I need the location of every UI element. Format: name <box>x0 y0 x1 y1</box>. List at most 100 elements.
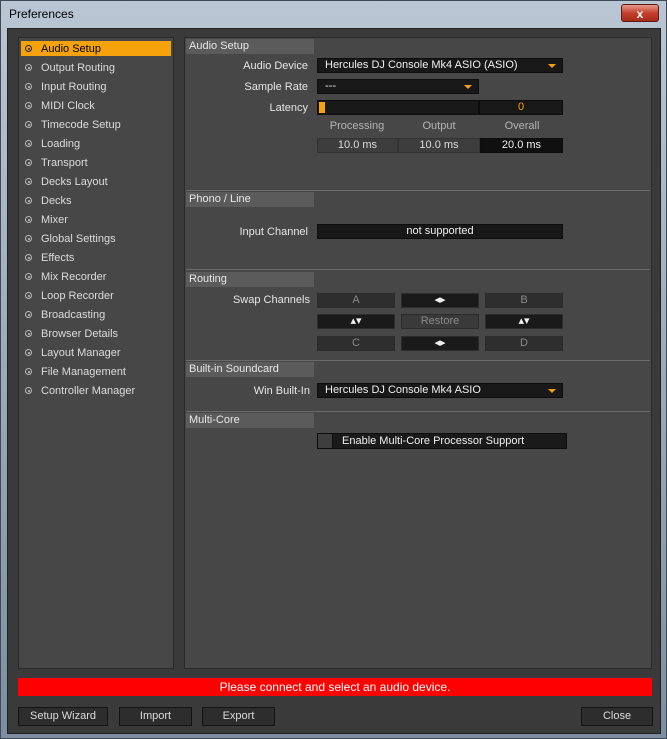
sidebar-item-label: Loop Recorder <box>41 289 114 302</box>
radio-dot-icon <box>25 216 32 223</box>
section-audio-setup: Audio Setup <box>186 39 314 54</box>
title-bar: Preferences x <box>1 1 666 27</box>
dropdown-arrow-icon <box>464 85 472 89</box>
sidebar-item-label: Loading <box>41 137 81 150</box>
channel-a-button[interactable]: A <box>317 293 395 308</box>
sidebar-item-label: MIDI Clock <box>41 99 95 112</box>
radio-dot-icon <box>25 330 32 337</box>
swap-ab-icon[interactable]: ◂▸ <box>401 293 479 308</box>
radio-dot-icon <box>25 159 32 166</box>
divider <box>186 360 650 361</box>
audio-device-label: Audio Device <box>243 60 308 72</box>
sidebar-item-audio-setup[interactable]: Audio Setup <box>21 41 171 56</box>
sidebar-item-global-settings[interactable]: Global Settings <box>21 231 171 246</box>
sidebar-item-label: Output Routing <box>41 61 115 74</box>
sidebar-item-effects[interactable]: Effects <box>21 250 171 265</box>
radio-dot-icon <box>25 140 32 147</box>
channel-d-button[interactable]: D <box>485 336 563 351</box>
output-value: 10.0 ms <box>398 138 480 153</box>
settings-panel: Audio Setup Audio Device Hercules DJ Con… <box>184 37 652 669</box>
swap-channels-label: Swap Channels <box>232 294 310 306</box>
sidebar-item-layout-manager[interactable]: Layout Manager <box>21 345 171 360</box>
checkbox-icon <box>318 434 333 448</box>
sidebar-item-loading[interactable]: Loading <box>21 136 171 151</box>
output-header: Output <box>422 120 456 132</box>
multi-core-label: Enable Multi-Core Processor Support <box>342 435 525 447</box>
sidebar-item-mixer[interactable]: Mixer <box>21 212 171 227</box>
sidebar-item-controller-manager[interactable]: Controller Manager <box>21 383 171 398</box>
sidebar-item-browser-details[interactable]: Browser Details <box>21 326 171 341</box>
multi-core-checkbox[interactable]: Enable Multi-Core Processor Support <box>317 433 567 449</box>
dropdown-arrow-icon <box>548 64 556 68</box>
sidebar-item-label: Input Routing <box>41 80 107 93</box>
swap-ac-icon[interactable]: ▴▾ <box>317 314 395 329</box>
sidebar-item-label: Timecode Setup <box>41 118 121 131</box>
radio-dot-icon <box>25 235 32 242</box>
sidebar-item-label: Mix Recorder <box>41 270 107 283</box>
sidebar-item-label: Browser Details <box>41 327 119 340</box>
latency-label: Latency <box>269 102 308 114</box>
overall-header: Overall <box>504 120 540 132</box>
latency-value[interactable]: 0 <box>479 100 563 115</box>
sample-rate-value: --- <box>325 80 336 92</box>
divider <box>186 411 650 412</box>
input-channel-value: not supported <box>317 224 563 239</box>
processing-header: Processing <box>329 120 385 132</box>
audio-device-dropdown[interactable]: Hercules DJ Console Mk4 ASIO (ASIO) <box>317 58 563 73</box>
sample-rate-dropdown[interactable]: --- <box>317 79 479 94</box>
divider <box>186 269 650 270</box>
radio-dot-icon <box>25 273 32 280</box>
radio-dot-icon <box>25 45 32 52</box>
sidebar-item-label: Mixer <box>41 213 68 226</box>
radio-dot-icon <box>25 254 32 261</box>
radio-dot-icon <box>25 102 32 109</box>
radio-dot-icon <box>25 178 32 185</box>
section-multi-core: Multi-Core <box>186 413 314 428</box>
radio-dot-icon <box>25 349 32 356</box>
sidebar: Audio Setup Output Routing Input Routing MI… <box>18 37 174 669</box>
sidebar-item-file-management[interactable]: File Management <box>21 364 171 379</box>
overall-value: 20.0 ms <box>480 138 563 153</box>
sample-rate-label: Sample Rate <box>244 81 308 93</box>
sidebar-item-label: File Management <box>41 365 126 378</box>
sidebar-item-label: Layout Manager <box>41 346 121 359</box>
import-button[interactable]: Import <box>119 707 192 726</box>
radio-dot-icon <box>25 387 32 394</box>
sidebar-item-midi-clock[interactable]: MIDI Clock <box>21 98 171 113</box>
sidebar-item-label: Global Settings <box>41 232 116 245</box>
sidebar-item-mix-recorder[interactable]: Mix Recorder <box>21 269 171 284</box>
window-close-icon[interactable]: x <box>621 4 659 22</box>
channel-c-button[interactable]: C <box>317 336 395 351</box>
restore-button[interactable]: Restore <box>401 314 479 329</box>
sidebar-item-decks-layout[interactable]: Decks Layout <box>21 174 171 189</box>
export-button[interactable]: Export <box>202 707 275 726</box>
setup-wizard-button[interactable]: Setup Wizard <box>18 707 108 726</box>
radio-dot-icon <box>25 121 32 128</box>
radio-dot-icon <box>25 197 32 204</box>
section-phono-line: Phono / Line <box>186 192 314 207</box>
win-builtin-dropdown[interactable]: Hercules DJ Console Mk4 ASIO <box>317 383 563 398</box>
latency-slider-handle[interactable] <box>319 102 325 113</box>
sidebar-item-label: Effects <box>41 251 75 264</box>
sidebar-item-broadcasting[interactable]: Broadcasting <box>21 307 171 322</box>
sidebar-item-loop-recorder[interactable]: Loop Recorder <box>21 288 171 303</box>
divider <box>186 190 650 191</box>
sidebar-item-output-routing[interactable]: Output Routing <box>21 60 171 75</box>
sidebar-item-decks[interactable]: Decks <box>21 193 171 208</box>
win-builtin-value: Hercules DJ Console Mk4 ASIO <box>325 384 481 396</box>
sidebar-item-label: Transport <box>41 156 88 169</box>
swap-cd-icon[interactable]: ◂▸ <box>401 336 479 351</box>
sidebar-item-transport[interactable]: Transport <box>21 155 171 170</box>
sidebar-item-label: Controller Manager <box>41 384 136 397</box>
sidebar-item-input-routing[interactable]: Input Routing <box>21 79 171 94</box>
sidebar-item-label: Broadcasting <box>41 308 106 321</box>
sidebar-item-label: Audio Setup <box>41 42 101 55</box>
close-button[interactable]: Close <box>581 707 653 726</box>
swap-bd-icon[interactable]: ▴▾ <box>485 314 563 329</box>
sidebar-item-timecode-setup[interactable]: Timecode Setup <box>21 117 171 132</box>
latency-slider[interactable] <box>317 100 479 115</box>
channel-b-button[interactable]: B <box>485 293 563 308</box>
window-title: Preferences <box>9 7 74 21</box>
input-channel-label: Input Channel <box>239 226 309 238</box>
sidebar-item-label: Decks Layout <box>41 175 108 188</box>
